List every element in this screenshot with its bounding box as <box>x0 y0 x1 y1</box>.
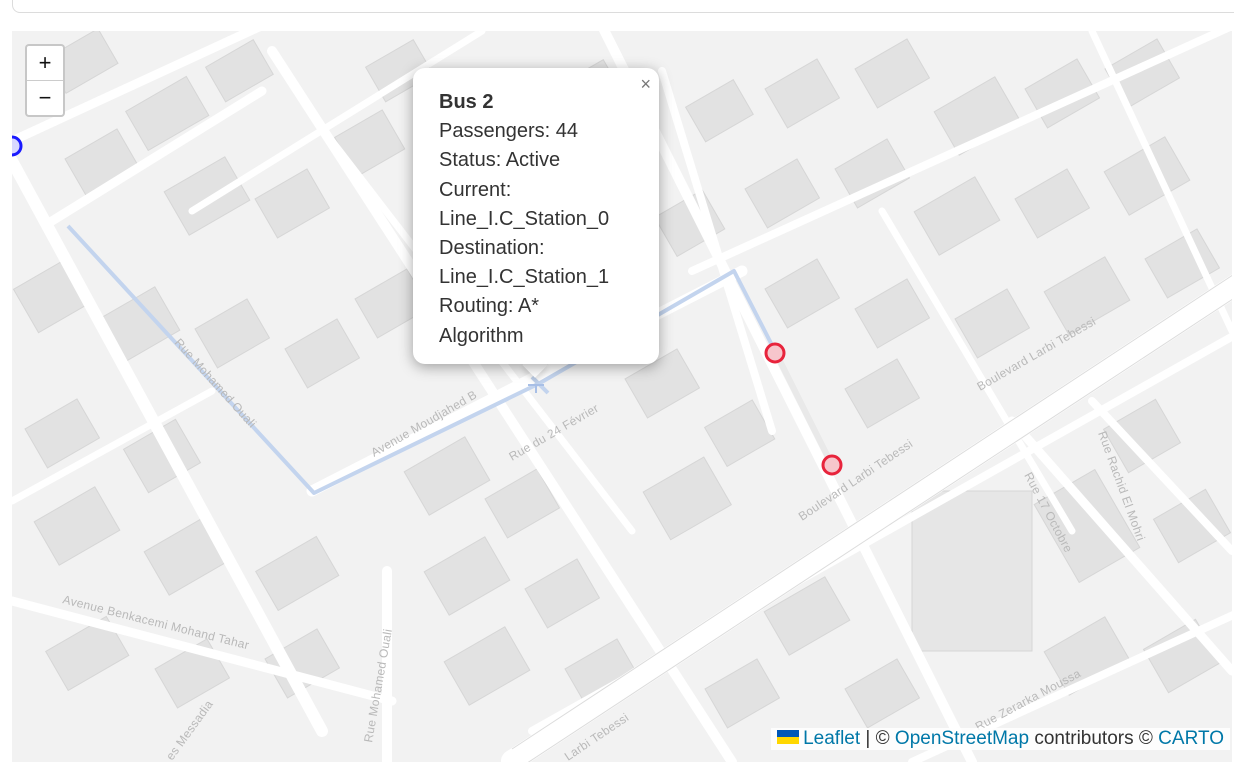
ukraine-flag-icon <box>777 729 800 744</box>
attribution-contributors: contributors © <box>1029 728 1159 749</box>
popup-routing-cont: Algorithm <box>439 324 524 347</box>
map-attribution: Leaflet | © OpenStreetMap contributors ©… <box>771 728 1230 750</box>
close-icon[interactable]: × <box>640 74 651 95</box>
popup-content: Bus 2 Passengers: 44 Status: Active Curr… <box>439 88 639 351</box>
popup-destination-value: Line_I.C_Station_1 <box>439 266 610 289</box>
station-marker-0[interactable] <box>764 342 786 364</box>
zoom-out-button[interactable]: − <box>27 81 63 115</box>
carto-link[interactable]: CARTO <box>1158 728 1224 749</box>
leaflet-link[interactable]: Leaflet <box>803 728 860 749</box>
top-card <box>12 0 1234 13</box>
popup-title: Bus 2 <box>439 91 494 113</box>
bus-marker[interactable] <box>12 135 23 157</box>
popup-current-value: Line_I.C_Station_0 <box>439 207 610 230</box>
bus-popup: × Bus 2 Passengers: 44 Status: Active Cu… <box>413 68 659 364</box>
station-marker-1[interactable] <box>821 454 843 476</box>
popup-passengers: Passengers: 44 <box>439 120 578 143</box>
zoom-control: + − <box>25 44 65 117</box>
attribution-separator: | © <box>860 728 895 749</box>
popup-destination-label: Destination: <box>439 237 545 260</box>
popup-current-label: Current: <box>439 178 512 201</box>
popup-routing: Routing: A* <box>439 295 540 318</box>
openstreetmap-link[interactable]: OpenStreetMap <box>895 728 1029 749</box>
zoom-in-button[interactable]: + <box>27 46 63 81</box>
popup-status: Status: Active <box>439 149 561 172</box>
